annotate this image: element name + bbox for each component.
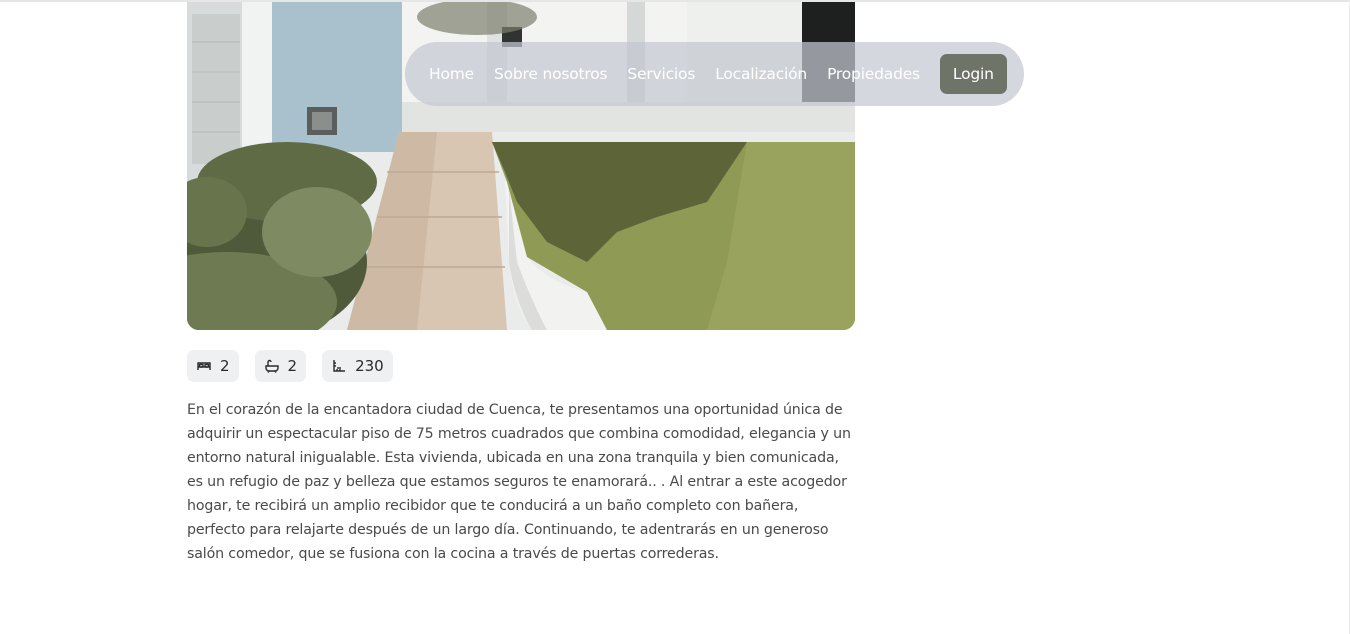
property-features: 2 2 230: [187, 350, 393, 382]
nav-propiedades[interactable]: Propiedades: [827, 65, 920, 83]
feature-bedrooms: 2: [187, 350, 239, 382]
nav-localizacion[interactable]: Localización: [715, 65, 807, 83]
bedrooms-count: 2: [220, 357, 230, 375]
bed-icon: [196, 358, 212, 374]
nav-sobre-nosotros[interactable]: Sobre nosotros: [494, 65, 608, 83]
bathrooms-count: 2: [287, 357, 298, 375]
property-description: En el corazón de la encantadora ciudad d…: [187, 402, 851, 562]
nav-home[interactable]: Home: [429, 65, 474, 83]
feature-bathrooms: 2: [254, 350, 307, 382]
feature-area: 230: [322, 350, 393, 382]
area-value: 230: [355, 357, 384, 375]
nav-servicios[interactable]: Servicios: [627, 65, 695, 83]
area-icon: [331, 358, 347, 374]
login-button[interactable]: Login: [939, 54, 1007, 94]
main-navbar: Home Sobre nosotros Servicios Localizaci…: [405, 42, 1024, 106]
bathtub-icon: [264, 358, 280, 374]
